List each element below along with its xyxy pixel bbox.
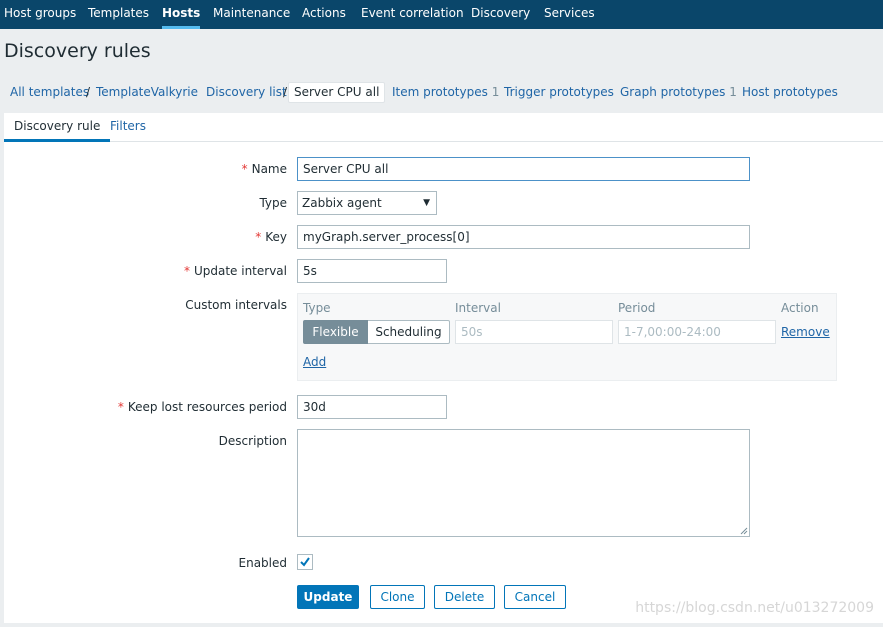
chevron-down-icon: ▼ bbox=[423, 198, 430, 208]
required-marker: * bbox=[241, 162, 248, 176]
breadcrumb-current: Server CPU all bbox=[288, 82, 386, 103]
add-interval-link[interactable]: Add bbox=[303, 355, 326, 369]
description-label: Description bbox=[218, 434, 287, 448]
graph-prototypes-count: 1 bbox=[729, 85, 737, 99]
period-input[interactable]: 1-7,00:00-24:00 bbox=[618, 320, 776, 344]
nav-event-correlation[interactable]: Event correlation bbox=[361, 0, 464, 29]
nav-host-groups[interactable]: Host groups bbox=[4, 0, 76, 29]
watermark: https://blog.csdn.net/u013272009 bbox=[635, 600, 874, 616]
clone-button[interactable]: Clone bbox=[370, 585, 425, 609]
remove-interval-link[interactable]: Remove bbox=[781, 325, 830, 339]
tab-discovery-rule[interactable]: Discovery rule bbox=[4, 113, 111, 142]
nav-services[interactable]: Services bbox=[544, 0, 595, 29]
graph-prototypes-label: Graph prototypes bbox=[620, 85, 726, 99]
breadcrumb-template[interactable]: TemplateValkyrie bbox=[96, 85, 198, 99]
name-label: * Name bbox=[241, 162, 287, 176]
required-marker: * bbox=[255, 230, 262, 244]
type-select[interactable]: Zabbix agent ▼ bbox=[297, 191, 437, 215]
breadcrumb-separator: / bbox=[283, 85, 288, 99]
breadcrumb-host-prototypes[interactable]: Host prototypes bbox=[742, 85, 838, 99]
nav-hosts[interactable]: Hosts bbox=[162, 0, 201, 29]
enabled-label: Enabled bbox=[238, 556, 288, 570]
resize-grip-icon[interactable] bbox=[740, 527, 748, 535]
ci-header-period: Period bbox=[618, 301, 656, 315]
nav-actions[interactable]: Actions bbox=[302, 0, 346, 29]
name-input[interactable]: Server CPU all bbox=[297, 157, 750, 181]
interval-input[interactable]: 50s bbox=[455, 320, 613, 344]
tab-filters[interactable]: Filters bbox=[100, 113, 156, 142]
form-panel bbox=[4, 142, 883, 623]
nav-discovery[interactable]: Discovery bbox=[471, 0, 530, 29]
keep-lost-label: * Keep lost resources period bbox=[117, 400, 287, 414]
update-interval-label: * Update interval bbox=[183, 264, 287, 278]
ci-header-type: Type bbox=[303, 301, 331, 315]
breadcrumb-separator: / bbox=[86, 85, 91, 99]
nav-maintenance[interactable]: Maintenance bbox=[213, 0, 290, 29]
breadcrumb-graph-prototypes[interactable]: Graph prototypes 1 bbox=[620, 85, 737, 99]
ci-header-action: Action bbox=[781, 301, 819, 315]
item-prototypes-label: Item prototypes bbox=[392, 85, 488, 99]
key-input[interactable]: myGraph.server_process[0] bbox=[297, 225, 750, 249]
breadcrumb-trigger-prototypes[interactable]: Trigger prototypes bbox=[504, 85, 614, 99]
form-tabs: Discovery rule Filters bbox=[4, 113, 883, 142]
update-button[interactable]: Update bbox=[297, 585, 359, 609]
custom-intervals-label: Custom intervals bbox=[185, 298, 287, 312]
flexible-toggle-button[interactable]: Flexible bbox=[303, 320, 368, 344]
breadcrumb-all-templates[interactable]: All templates bbox=[10, 85, 89, 99]
breadcrumb-discovery-list[interactable]: Discovery list bbox=[206, 85, 287, 99]
item-prototypes-count: 1 bbox=[491, 85, 500, 99]
page-title: Discovery rules bbox=[4, 40, 151, 62]
keep-lost-input[interactable]: 30d bbox=[297, 395, 447, 419]
breadcrumb-item-prototypes[interactable]: Item prototypes 1 bbox=[392, 85, 499, 99]
breadcrumb: All templates / TemplateValkyrie Discove… bbox=[0, 76, 883, 109]
delete-button[interactable]: Delete bbox=[434, 585, 495, 609]
enabled-checkbox[interactable] bbox=[297, 554, 313, 570]
update-interval-input[interactable]: 5s bbox=[297, 259, 447, 283]
type-select-value: Zabbix agent bbox=[302, 196, 382, 210]
checkmark-icon bbox=[300, 557, 310, 567]
description-textarea[interactable] bbox=[297, 429, 750, 537]
ci-header-interval: Interval bbox=[455, 301, 501, 315]
required-marker: * bbox=[117, 400, 124, 414]
top-navigation: Host groups Templates Hosts Maintenance … bbox=[0, 0, 883, 29]
scheduling-toggle-button[interactable]: Scheduling bbox=[368, 320, 450, 344]
nav-templates[interactable]: Templates bbox=[88, 0, 149, 29]
cancel-button[interactable]: Cancel bbox=[504, 585, 566, 609]
key-label: * Key bbox=[255, 230, 287, 244]
required-marker: * bbox=[183, 264, 190, 278]
type-label: Type bbox=[259, 196, 287, 210]
